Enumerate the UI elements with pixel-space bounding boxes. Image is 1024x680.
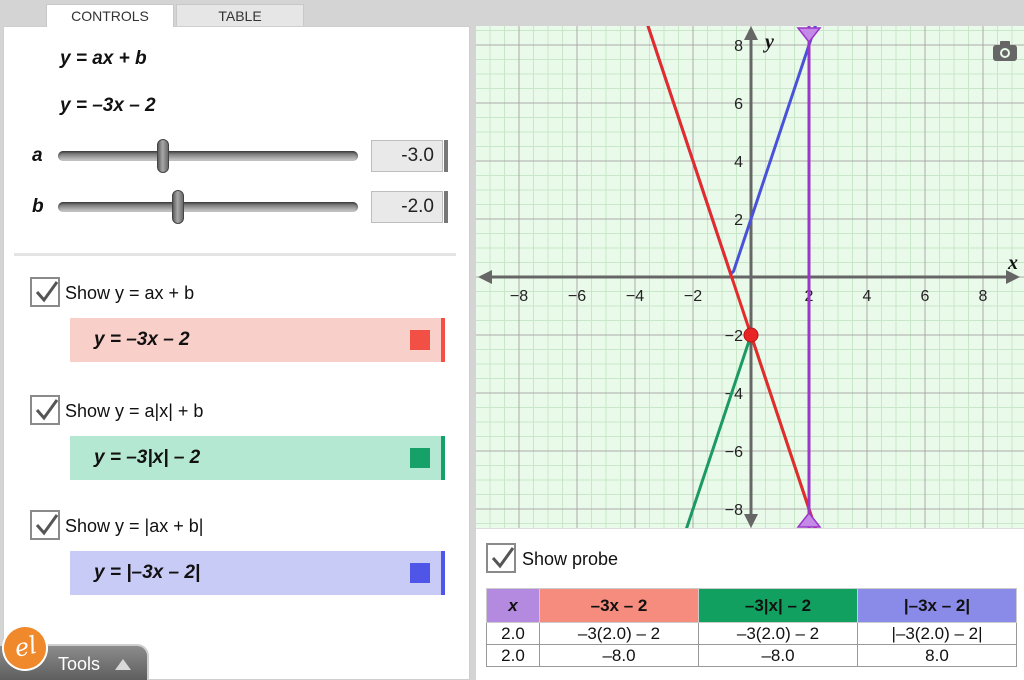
show-abs-all-checkbox[interactable]: [30, 510, 60, 540]
probe-panel: Show probe x –3x – 2 –3|x| – 2 |–3x – 2|…: [476, 528, 1024, 680]
x-tick-label: −4: [626, 288, 644, 305]
slider-a-handle[interactable]: [157, 139, 169, 173]
graph-panel[interactable]: −8−6−4−224688642−2−4−6−8xy: [476, 26, 1024, 528]
abs-x-formula-bar: y = –3|x| – 2: [70, 436, 442, 480]
x-tick-label: 6: [921, 288, 930, 305]
probe-table-header: x –3x – 2 –3|x| – 2 |–3x – 2|: [486, 588, 1017, 623]
show-linear-label: Show y = ax + b: [65, 283, 195, 303]
gizmo-app: CONTROLS TABLE y = ax + b y = –3x – 2 a …: [0, 0, 1024, 680]
slider-b-track[interactable]: [58, 202, 358, 212]
specific-equation: y = –3x – 2: [60, 95, 156, 116]
x-axis-arrow-left: [478, 270, 492, 284]
checkmark-icon: [491, 547, 515, 569]
table-cell: –3(2.0) – 2: [698, 622, 858, 645]
y-tick-label: −2: [725, 328, 743, 345]
table-row: 2.0 –8.0 –8.0 8.0: [486, 644, 1017, 667]
show-probe-checkbox[interactable]: [486, 543, 516, 573]
table-row: 2.0 –3(2.0) – 2 –3(2.0) – 2 |–3(2.0) – 2…: [486, 622, 1017, 645]
slider-a-value-edge: [444, 140, 448, 172]
abs-all-color-edge: [441, 551, 445, 595]
header-linear: –3x – 2: [539, 588, 699, 623]
tab-controls[interactable]: CONTROLS: [46, 4, 174, 27]
camera-icon[interactable]: [992, 40, 1018, 62]
abs-all-formula: y = |–3x – 2|: [94, 562, 201, 583]
checkmark-icon: [35, 514, 59, 536]
expand-up-icon: [115, 659, 131, 670]
y-tick-label: 2: [734, 212, 743, 229]
y-axis-label: y: [763, 31, 774, 53]
tools-label: Tools: [58, 654, 101, 674]
header-x: x: [486, 588, 540, 623]
show-abs-x-checkbox[interactable]: [30, 395, 60, 425]
y-axis-arrow-down: [744, 514, 758, 528]
linear-color-swatch[interactable]: [410, 330, 430, 350]
slider-b-value[interactable]: -2.0: [371, 191, 443, 223]
header-abs-all: |–3x – 2|: [857, 588, 1017, 623]
general-equation: y = ax + b: [60, 48, 147, 69]
slider-b-label: b: [32, 196, 44, 217]
checkmark-icon: [35, 281, 59, 303]
header-abs-x: –3|x| – 2: [698, 588, 858, 623]
graph-canvas[interactable]: −8−6−4−224688642−2−4−6−8xy: [476, 26, 1024, 528]
x-tick-label: −2: [684, 288, 702, 305]
controls-panel: y = ax + b y = –3x – 2 a -3.0 b -2.0 Sho…: [3, 26, 470, 680]
abs-x-color-swatch[interactable]: [410, 448, 430, 468]
abs-x-color-edge: [441, 436, 445, 480]
y-tick-label: 6: [734, 96, 743, 113]
show-probe-label: Show probe: [522, 549, 619, 569]
y-tick-label: 8: [734, 38, 743, 55]
probe-handle-top: [796, 27, 822, 44]
show-linear-checkbox[interactable]: [30, 277, 60, 307]
slider-a-value[interactable]: -3.0: [371, 140, 443, 172]
y-axis-arrow-up: [744, 26, 758, 40]
divider: [14, 253, 456, 256]
y-tick-label: −8: [725, 502, 743, 519]
tab-table[interactable]: TABLE: [176, 4, 304, 27]
y-intercept-point: [743, 327, 759, 343]
checkmark-icon: [35, 399, 59, 421]
table-cell: –8.0: [698, 644, 858, 667]
x-tick-label: 8: [979, 288, 988, 305]
show-abs-all-label: Show y = |ax + b|: [65, 516, 204, 536]
slider-a-label: a: [32, 145, 43, 166]
abs-all-formula-bar: y = |–3x – 2|: [70, 551, 442, 595]
slider-a-track[interactable]: [58, 151, 358, 161]
linear-color-edge: [441, 318, 445, 362]
y-tick-label: −6: [725, 444, 743, 461]
table-cell: 2.0: [486, 644, 540, 667]
table-cell: –3(2.0) – 2: [539, 622, 699, 645]
x-tick-label: −6: [568, 288, 586, 305]
y-tick-label: 4: [734, 154, 743, 171]
abs-all-color-swatch[interactable]: [410, 563, 430, 583]
x-axis-label: x: [1007, 252, 1018, 274]
show-abs-x-label: Show y = a|x| + b: [65, 401, 204, 421]
table-cell: 8.0: [857, 644, 1017, 667]
linear-formula-bar: y = –3x – 2: [70, 318, 442, 362]
x-tick-label: 4: [863, 288, 872, 305]
table-cell: |–3(2.0) – 2|: [857, 622, 1017, 645]
probe-handle-bottom: [796, 511, 822, 528]
table-cell: –8.0: [539, 644, 699, 667]
x-tick-label: −8: [510, 288, 528, 305]
slider-b-handle[interactable]: [172, 190, 184, 224]
table-cell: 2.0: [486, 622, 540, 645]
abs-x-formula: y = –3|x| – 2: [94, 447, 201, 468]
linear-formula: y = –3x – 2: [94, 329, 190, 350]
slider-b-value-edge: [444, 191, 448, 223]
probe-table: x –3x – 2 –3|x| – 2 |–3x – 2| 2.0 –3(2.0…: [486, 588, 1017, 667]
